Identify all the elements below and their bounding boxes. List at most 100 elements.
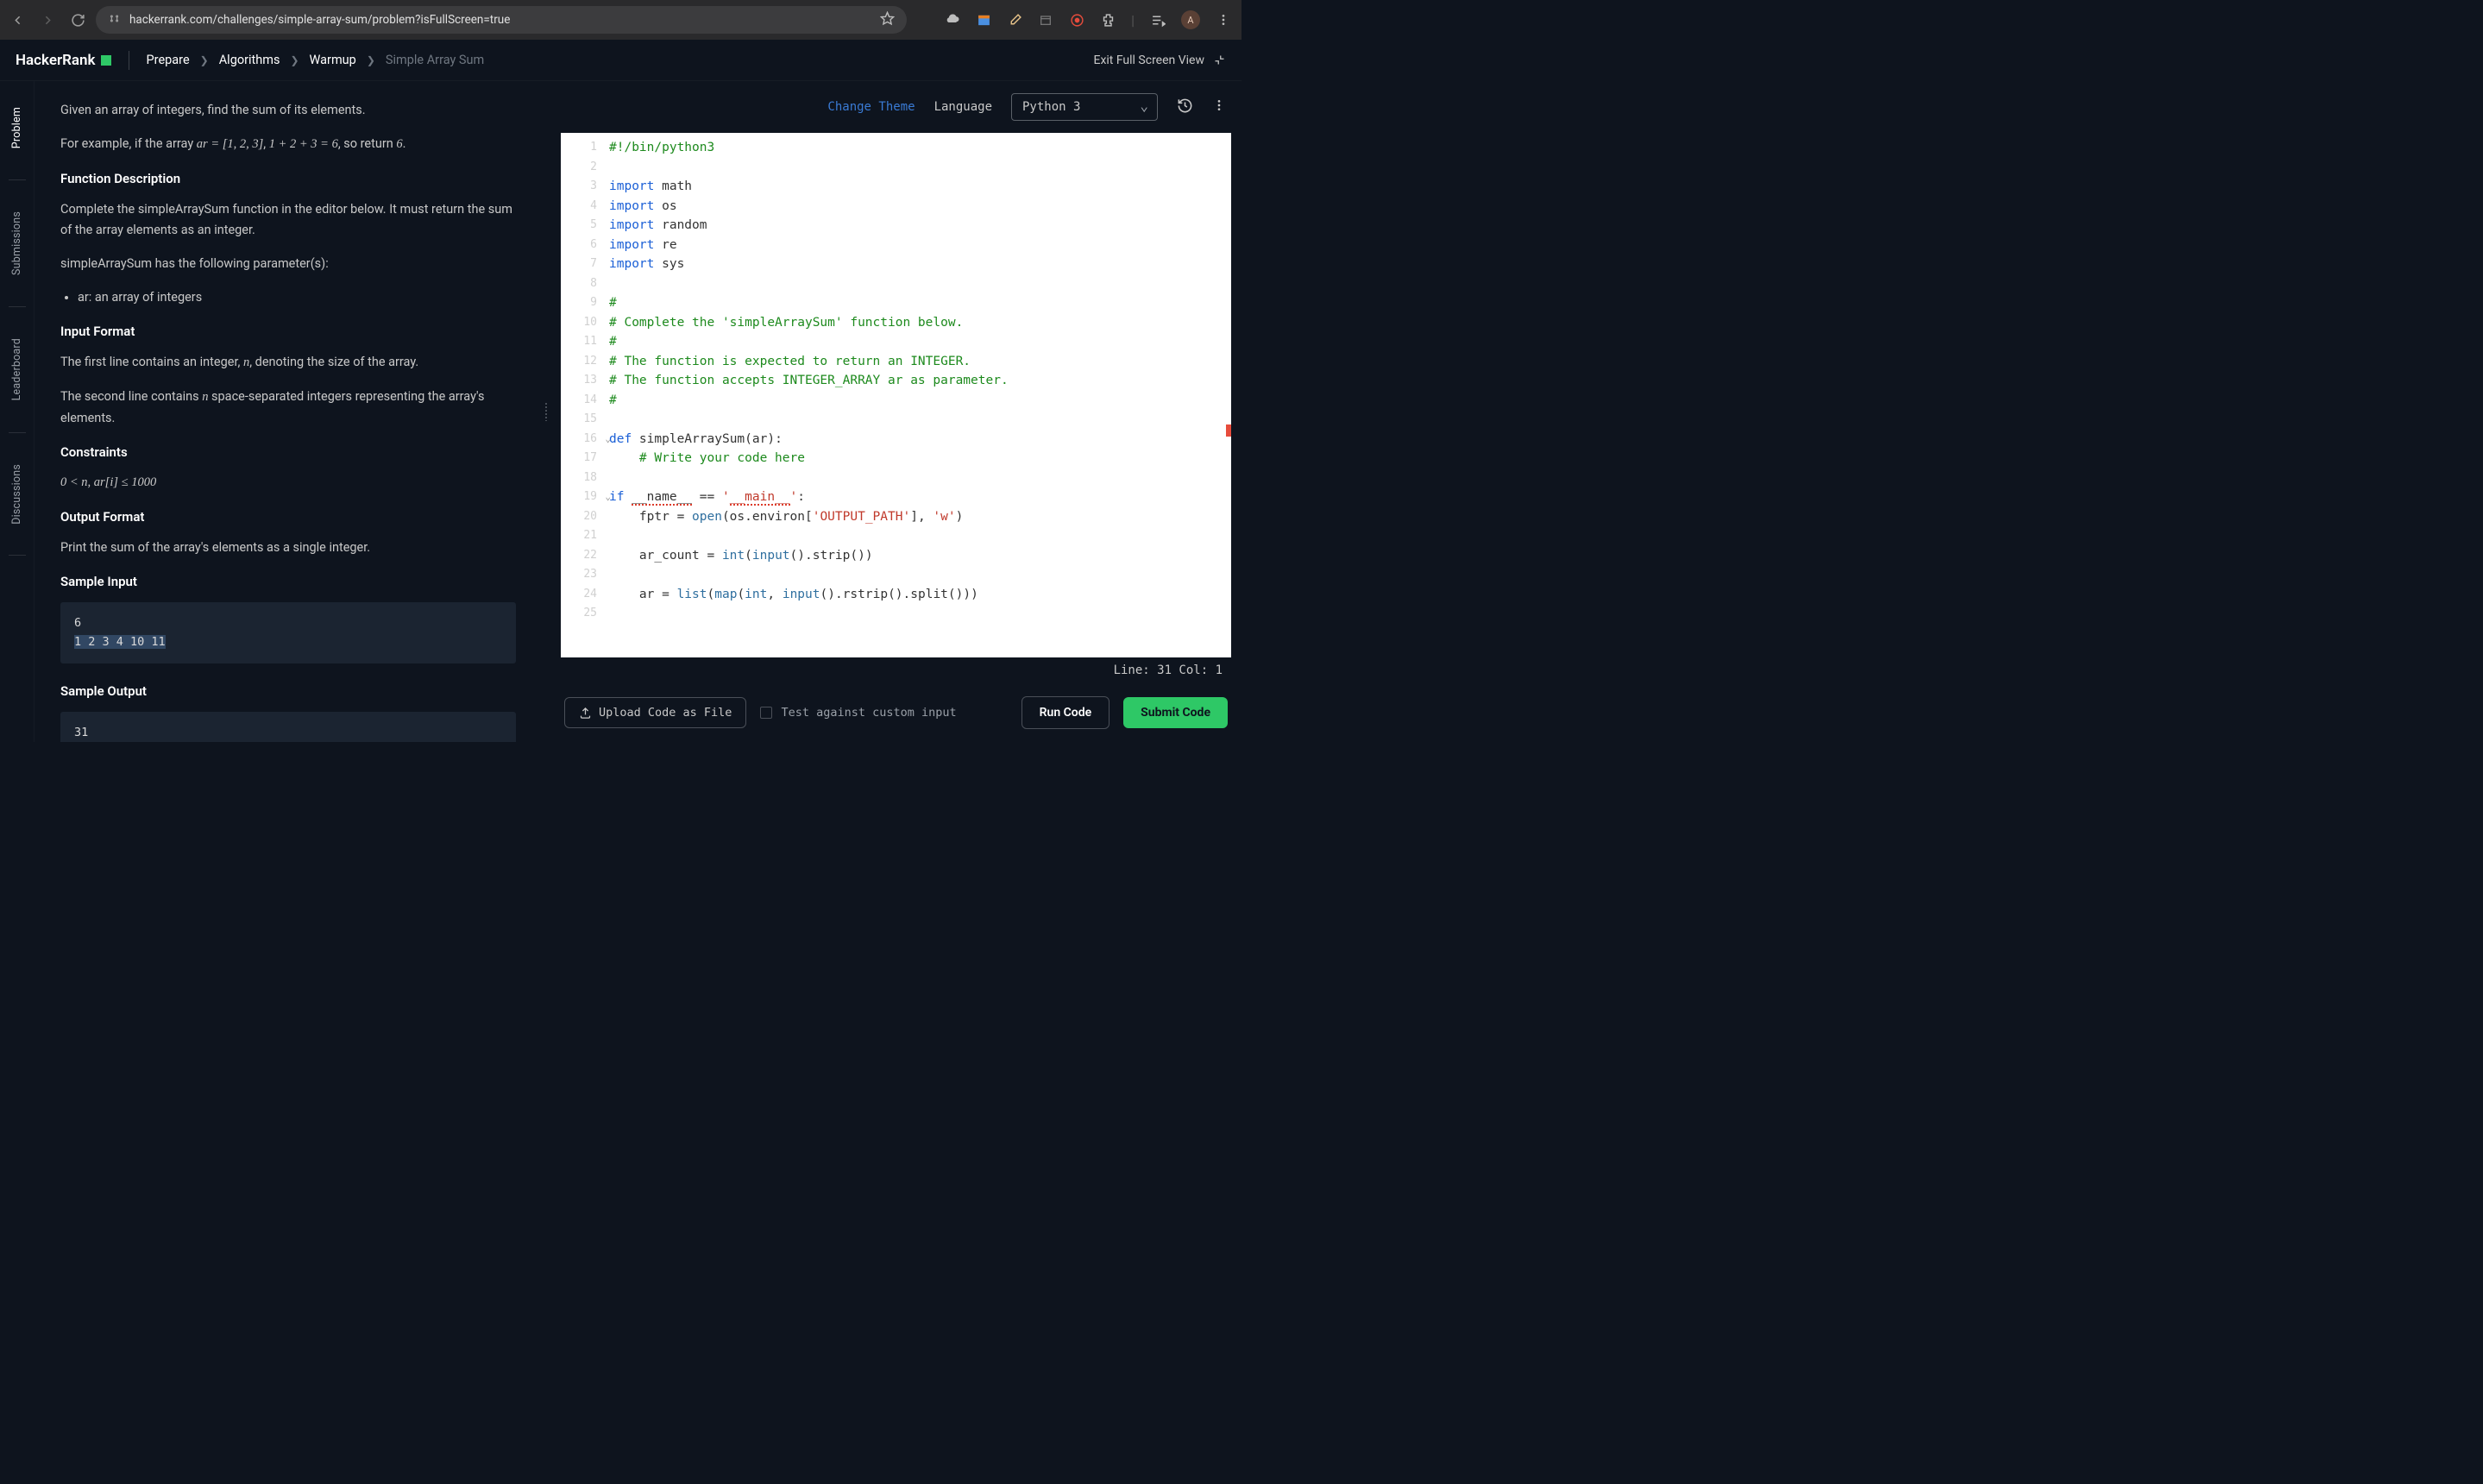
eyedropper-icon[interactable] [1007, 12, 1022, 28]
code-line[interactable]: 2 [561, 158, 1231, 178]
code-line[interactable]: 9# [561, 293, 1231, 313]
avatar[interactable]: A [1181, 10, 1200, 29]
line-number: 19⌄ [561, 487, 609, 507]
editor-status-bar: Line: 31 Col: 1 [550, 657, 1242, 683]
line-number: 17 [561, 449, 609, 468]
code-line[interactable]: 15 [561, 410, 1231, 430]
code-line[interactable]: 6import re [561, 236, 1231, 255]
code-line[interactable]: 16⌄def simpleArraySum(ar): [561, 430, 1231, 450]
code-line[interactable]: 17 # Write your code here [561, 449, 1231, 468]
heading-output-format: Output Format [60, 506, 516, 527]
funcdesc-text-2: simpleArraySum has the following paramet… [60, 254, 516, 274]
code-text: # The function accepts INTEGER_ARRAY ar … [609, 371, 1009, 391]
divider [9, 432, 26, 433]
line-number: 21 [561, 526, 609, 546]
code-line[interactable]: 11# [561, 332, 1231, 352]
code-line[interactable]: 3import math [561, 177, 1231, 197]
code-line[interactable]: 1#!/bin/python3 [561, 138, 1231, 158]
submit-code-button[interactable]: Submit Code [1123, 697, 1228, 728]
fold-icon[interactable]: ⌄ [605, 487, 611, 507]
code-line[interactable]: 10# Complete the 'simpleArraySum' functi… [561, 313, 1231, 333]
rail-tab-leaderboard[interactable]: Leaderboard [10, 312, 23, 426]
code-text: import re [609, 236, 677, 255]
panel-icon[interactable] [976, 12, 991, 28]
line-number: 4 [561, 197, 609, 217]
box-icon[interactable] [1038, 12, 1053, 28]
language-select[interactable]: Python 3 [1011, 93, 1158, 121]
heading-sample-input: Sample Input [60, 571, 516, 592]
line-number: 22 [561, 546, 609, 566]
code-text: def simpleArraySum(ar): [609, 430, 783, 450]
kebab-icon[interactable] [1216, 12, 1231, 28]
crumb-prepare[interactable]: Prepare [147, 53, 190, 67]
code-line[interactable]: 14# [561, 391, 1231, 411]
rail-tab-problem[interactable]: Problem [10, 81, 23, 174]
problem-pane[interactable]: Given an array of integers, find the sum… [35, 81, 542, 742]
heading-function-description: Function Description [60, 168, 516, 189]
change-theme-link[interactable]: Change Theme [827, 100, 915, 114]
code-text: fptr = open(os.environ['OUTPUT_PATH'], '… [609, 507, 963, 527]
code-text: import math [609, 177, 692, 197]
test-custom-input-checkbox[interactable]: Test against custom input [760, 706, 956, 720]
code-text: import os [609, 197, 677, 217]
site-settings-icon[interactable] [108, 12, 121, 28]
crumb-current: Simple Array Sum [386, 53, 484, 67]
line-number: 20 [561, 507, 609, 527]
extensions-icon[interactable] [1100, 12, 1116, 28]
code-line[interactable]: 23 [561, 565, 1231, 585]
back-icon[interactable] [10, 13, 25, 28]
line-number: 11 [561, 332, 609, 352]
logo-square-icon [101, 55, 111, 66]
rail-tab-discussions[interactable]: Discussions [10, 438, 23, 550]
code-text [609, 274, 617, 294]
code-text: if __name__ == '__main__': [609, 487, 805, 507]
star-icon[interactable] [880, 11, 895, 29]
code-line[interactable]: 19⌄if __name__ == '__main__': [561, 487, 1231, 507]
line-number: 1 [561, 138, 609, 158]
url-bar[interactable]: hackerrank.com/challenges/simple-array-s… [96, 6, 907, 34]
code-line[interactable]: 7import sys [561, 255, 1231, 274]
code-line[interactable]: 4import os [561, 197, 1231, 217]
code-line[interactable]: 24 ar = list(map(int, input().rstrip().s… [561, 585, 1231, 605]
code-text: import random [609, 216, 707, 236]
divider [9, 306, 26, 307]
code-line[interactable]: 21 [561, 526, 1231, 546]
line-number: 3 [561, 177, 609, 197]
code-line[interactable]: 13# The function accepts INTEGER_ARRAY a… [561, 371, 1231, 391]
rail-tab-submissions[interactable]: Submissions [10, 186, 23, 301]
upload-code-button[interactable]: Upload Code as File [564, 697, 746, 728]
code-text: # [609, 391, 617, 411]
fold-icon[interactable]: ⌄ [605, 430, 611, 450]
logo[interactable]: HackerRank [16, 52, 111, 69]
crumb-warmup[interactable]: Warmup [310, 53, 356, 67]
line-number: 6 [561, 236, 609, 255]
record-icon[interactable] [1069, 12, 1084, 28]
code-line[interactable]: 20 fptr = open(os.environ['OUTPUT_PATH']… [561, 507, 1231, 527]
crumb-algorithms[interactable]: Algorithms [219, 53, 280, 67]
heading-sample-output: Sample Output [60, 681, 516, 701]
history-icon[interactable] [1177, 97, 1193, 117]
forward-icon[interactable] [41, 13, 55, 28]
code-text: ar_count = int(input().strip()) [609, 546, 873, 566]
playlist-icon[interactable] [1150, 12, 1166, 28]
code-text [609, 158, 617, 178]
input-line-1: The first line contains an integer, n, d… [60, 352, 516, 373]
code-line[interactable]: 8 [561, 274, 1231, 294]
code-line[interactable]: 25 [561, 604, 1231, 624]
pane-resize-handle[interactable] [542, 81, 550, 742]
code-line[interactable]: 22 ar_count = int(input().strip()) [561, 546, 1231, 566]
kebab-icon[interactable] [1212, 98, 1226, 116]
code-line[interactable]: 5import random [561, 216, 1231, 236]
reload-icon[interactable] [71, 13, 85, 28]
run-code-button[interactable]: Run Code [1021, 696, 1110, 729]
cloud-icon[interactable] [945, 12, 960, 28]
drag-dots-icon [544, 402, 548, 421]
constraints-text: 0 < n, ar[i] ≤ 1000 [60, 473, 516, 493]
code-line[interactable]: 18 [561, 468, 1231, 488]
exit-fullscreen-button[interactable]: Exit Full Screen View [1093, 53, 1226, 67]
line-number: 2 [561, 158, 609, 178]
checkbox-icon [760, 707, 772, 719]
code-editor[interactable]: 1#!/bin/python32 3import math4import os5… [561, 133, 1231, 657]
input-line-2: The second line contains n space-separat… [60, 387, 516, 427]
code-line[interactable]: 12# The function is expected to return a… [561, 352, 1231, 372]
